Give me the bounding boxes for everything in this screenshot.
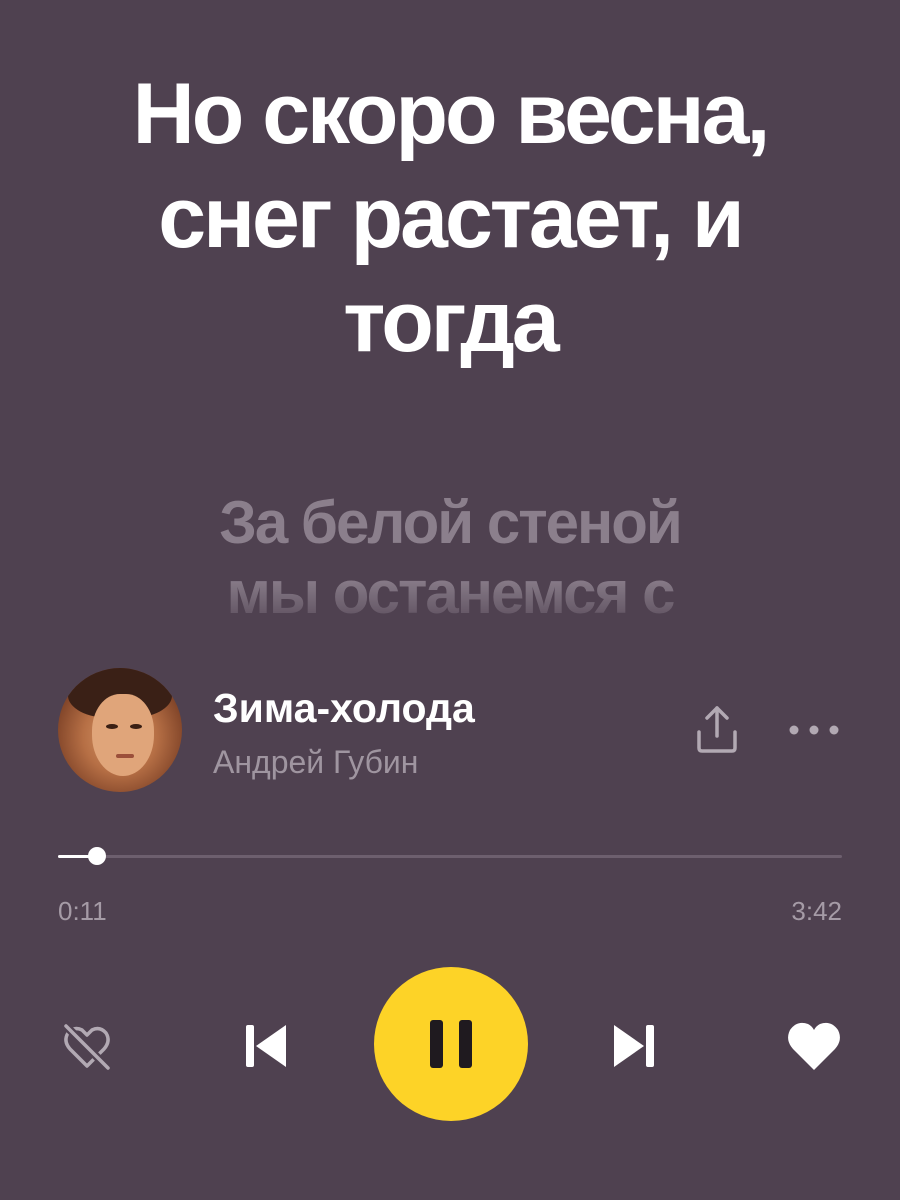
cover-eye <box>106 724 118 729</box>
share-icon <box>697 706 737 753</box>
dislike-icon <box>62 1022 112 1072</box>
share-button[interactable] <box>690 702 744 756</box>
upcoming-lyrics: За белой стеной мы останемся с <box>60 488 840 648</box>
dislike-button[interactable] <box>58 1018 116 1076</box>
cover-eye <box>130 724 142 729</box>
more-button[interactable] <box>784 718 844 742</box>
lyric-line: тогда <box>343 274 559 370</box>
previous-button[interactable] <box>236 1016 296 1076</box>
more-dots-icon <box>789 725 839 735</box>
progress-bar[interactable] <box>58 846 842 866</box>
current-lyrics: Но скоро весна, снег растает, и тогда <box>60 62 840 374</box>
track-artist[interactable]: Андрей Губин <box>213 742 418 782</box>
skip-previous-icon <box>246 1025 286 1067</box>
track-title[interactable]: Зима-холода <box>213 684 475 732</box>
pause-icon <box>430 1020 472 1068</box>
lyric-line: Но скоро весна, <box>132 66 771 162</box>
skip-next-icon <box>614 1025 654 1067</box>
pause-button[interactable] <box>374 967 528 1121</box>
next-button[interactable] <box>604 1016 664 1076</box>
elapsed-time: 0:11 <box>58 896 107 926</box>
heart-icon <box>788 1022 840 1070</box>
upcoming-lyric-line: мы останемся с <box>226 559 675 626</box>
total-time: 3:42 <box>791 896 842 926</box>
track-info: Зима-холода Андрей Губин <box>58 668 848 794</box>
like-button[interactable] <box>784 1018 844 1074</box>
lyric-line: снег растает, и <box>158 170 744 266</box>
progress-track <box>58 855 842 858</box>
cover-face <box>92 694 154 776</box>
upcoming-lyric-line: За белой стеной <box>219 489 682 556</box>
album-cover[interactable] <box>58 668 182 792</box>
progress-knob[interactable] <box>88 847 106 865</box>
cover-mouth <box>116 754 134 758</box>
